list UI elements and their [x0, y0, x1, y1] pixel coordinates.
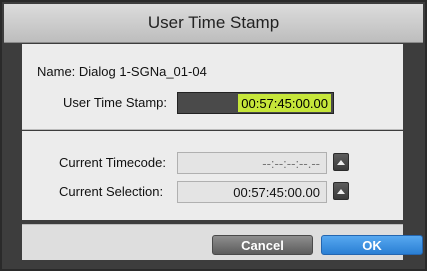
- middle-panel: [22, 131, 403, 220]
- user-time-stamp-value[interactable]: 00:57:45:00.00: [238, 94, 331, 112]
- cancel-button-label: Cancel: [241, 237, 284, 253]
- current-selection-label: Current Selection:: [59, 184, 164, 199]
- current-timecode-value: --:--:--:--.--: [262, 155, 320, 171]
- current-selection-field: 00:57:45:00.00: [177, 181, 327, 203]
- ok-button[interactable]: OK: [321, 235, 423, 255]
- region-name: Name: Dialog 1-SGNa_01-04: [37, 64, 207, 79]
- user-time-stamp-field[interactable]: 00:57:45:00.00: [177, 92, 334, 114]
- current-selection-value: 00:57:45:00.00: [233, 184, 320, 200]
- top-panel: [22, 44, 403, 130]
- current-timecode-label: Current Timecode:: [59, 155, 166, 170]
- up-triangle-icon: [337, 159, 345, 165]
- ok-button-label: OK: [362, 237, 382, 253]
- dialog-title: User Time Stamp: [147, 13, 280, 32]
- cancel-button[interactable]: Cancel: [212, 235, 313, 255]
- copy-selection-button[interactable]: [333, 182, 349, 200]
- current-timecode-field: --:--:--:--.--: [177, 152, 327, 174]
- copy-timecode-button[interactable]: [333, 153, 349, 171]
- up-triangle-icon: [337, 188, 345, 194]
- user-time-stamp-label: User Time Stamp:: [63, 95, 168, 110]
- user-time-stamp-dialog: User Time Stamp Name: Dialog 1-SGNa_01-0…: [0, 0, 427, 271]
- dialog-title-bar: User Time Stamp: [4, 4, 423, 43]
